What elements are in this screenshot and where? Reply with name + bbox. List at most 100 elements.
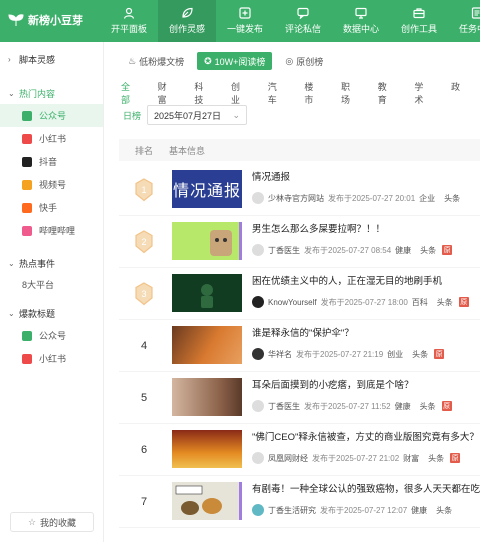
- thumbnail-text: 情况通报: [172, 183, 241, 200]
- item-label: 公众号: [39, 331, 67, 341]
- article-title[interactable]: 情况通报: [252, 169, 290, 183]
- table-row[interactable]: 3 困在优绩主义中的人，正在湿无目的地刷手机 KnowYourself 发布于2…: [119, 268, 480, 320]
- header-rank: 排名: [134, 145, 153, 156]
- category-tech[interactable]: 科技: [194, 80, 211, 106]
- publish-time: 发布于2025-07-27 08:54: [304, 245, 392, 255]
- item-label: 视频号: [39, 180, 67, 190]
- table-row[interactable]: 2 男生怎么那么多屎要拉啊？！！ 丁香医生 发布于2025-07-27 08:5…: [119, 216, 480, 268]
- position-tag: 头条: [412, 349, 429, 359]
- sidebar-item-title-wechat[interactable]: 公众号: [0, 324, 103, 347]
- article-title[interactable]: 耳朵后面摸到的小疙瘩，到底是个啥？: [252, 377, 414, 391]
- nav-publish[interactable]: 一键发布: [216, 0, 274, 42]
- account-name[interactable]: KnowYourself: [268, 298, 317, 307]
- flame-icon: ♨: [128, 55, 137, 66]
- table-row[interactable]: 7 有剧毒！一种全球公认的强致癌物，很多人天天都在吃 丁香生活研究 发布于202…: [119, 476, 480, 528]
- comment-icon: [297, 7, 309, 19]
- nav-data[interactable]: 数据中心: [332, 0, 390, 42]
- item-label: 小红书: [39, 354, 67, 364]
- publish-time: 发布于2025-07-27 21:02: [312, 453, 400, 463]
- rank-number: 6: [140, 444, 148, 456]
- avatar: [252, 296, 264, 308]
- article-thumbnail[interactable]: [172, 326, 242, 364]
- rank-number: 7: [140, 496, 148, 508]
- app-logo[interactable]: 新榜小豆芽: [8, 12, 83, 28]
- article-category: 创业: [387, 349, 404, 359]
- rank-number: 1: [141, 185, 146, 195]
- category-politics[interactable]: 政: [451, 80, 460, 106]
- nav-label: 创作工具: [400, 24, 437, 34]
- account-name[interactable]: 少林寺官方网站: [268, 193, 324, 204]
- article-title[interactable]: 男生怎么那么多屎要拉啊？！！: [252, 221, 385, 235]
- nav-tasks[interactable]: 任务中心: [448, 0, 480, 42]
- tab-low-fan-hits[interactable]: ♨ 低粉爆文榜: [121, 52, 191, 70]
- chevron-down-icon: ⌄: [8, 258, 15, 268]
- sidebar-section-titles[interactable]: ⌄ 爆款标题: [0, 302, 103, 324]
- table-row[interactable]: 6 "佛门CEO"释永信被查，方丈的商业版图究竟有多大？ 凤凰网财经 发布于20…: [119, 424, 480, 476]
- sidebar-item-xiaohongshu[interactable]: 小红书: [0, 127, 103, 150]
- category-startup[interactable]: 创业: [231, 80, 248, 106]
- category-career[interactable]: 职场: [341, 80, 358, 106]
- account-name[interactable]: 丁香医生: [268, 401, 300, 412]
- sidebar-item-8-platforms[interactable]: 8大平台: [0, 274, 103, 294]
- avatar: [252, 452, 264, 464]
- sidebar-item-title-xiaohongshu[interactable]: 小红书: [0, 347, 103, 370]
- table-row[interactable]: 5 耳朵后面摸到的小疙瘩，到底是个啥？ 丁香医生 发布于2025-07-27 1…: [119, 372, 480, 424]
- original-badge: 原: [450, 453, 461, 463]
- nav-inspiration[interactable]: 创作灵感: [158, 0, 216, 42]
- sidebar-item-bilibili[interactable]: 哔哩哔哩: [0, 219, 103, 242]
- account-name[interactable]: 凤凰网财经: [268, 453, 308, 464]
- nav-dashboard[interactable]: 开平面板: [100, 0, 158, 42]
- account-name[interactable]: 丁香生活研究: [268, 505, 316, 516]
- article-thumbnail[interactable]: [172, 222, 242, 260]
- article-title[interactable]: 有剧毒！一种全球公认的强致癌物，很多人天天都在吃: [252, 481, 480, 495]
- article-title[interactable]: 谁是释永信的"保护伞"？: [252, 325, 354, 339]
- account-name[interactable]: 丁香医生: [268, 245, 300, 256]
- category-filter: 全部 财富 科技 创业 汽车 楼市 职场 教育 学术 政: [121, 80, 480, 106]
- position-tag: 头条: [428, 453, 445, 463]
- ranking-list: 1 情况通报 情况通报 少林寺官方网站 发布于2025-07-27 20:01 …: [119, 164, 480, 528]
- monitor-icon: [355, 7, 367, 19]
- category-all[interactable]: 全部: [121, 80, 138, 106]
- article-thumbnail[interactable]: [172, 274, 242, 312]
- sidebar-section-script[interactable]: › 脚本灵感: [0, 48, 103, 70]
- avatar: [252, 348, 264, 360]
- category-auto[interactable]: 汽车: [268, 80, 285, 106]
- chevron-down-icon: ⌄: [8, 308, 15, 318]
- star-icon: ☆: [27, 516, 37, 527]
- category-wealth[interactable]: 财富: [158, 80, 175, 106]
- sidebar-item-wechat[interactable]: 公众号: [0, 104, 103, 127]
- section-label: 脚本灵感: [19, 54, 56, 65]
- nav-label: 一键发布: [226, 24, 263, 34]
- chevron-down-icon: ⌄: [8, 88, 15, 98]
- douyin-icon: [22, 156, 32, 167]
- category-academic[interactable]: 学术: [414, 80, 431, 106]
- list-icon: [471, 7, 480, 19]
- article-category: 百科: [411, 297, 428, 307]
- table-row[interactable]: 1 情况通报 情况通报 少林寺官方网站 发布于2025-07-27 20:01 …: [119, 164, 480, 216]
- medal-bronze-icon: 3: [135, 282, 153, 306]
- publish-time: 发布于2025-07-27 21:19: [296, 349, 384, 359]
- nav-comments[interactable]: 评论私信: [274, 0, 332, 42]
- article-title[interactable]: "佛门CEO"释永信被查，方丈的商业版图究竟有多大？: [252, 429, 479, 443]
- article-thumbnail[interactable]: [172, 378, 242, 416]
- medal-gold-icon: 1: [135, 178, 153, 202]
- article-thumbnail[interactable]: 情况通报: [172, 170, 242, 208]
- category-property[interactable]: 楼市: [304, 80, 321, 106]
- article-title[interactable]: 困在优绩主义中的人，正在湿无目的地刷手机: [252, 273, 442, 287]
- table-row[interactable]: 4 谁是释永信的"保护伞"？ 华祥名 发布于2025-07-27 21:19 创…: [119, 320, 480, 372]
- sidebar-section-events[interactable]: ⌄ 热点事件: [0, 252, 103, 274]
- tab-original[interactable]: ◎ 原创榜: [278, 52, 330, 70]
- article-thumbnail[interactable]: [172, 482, 242, 520]
- my-favorites-button[interactable]: ☆ 我的收藏: [10, 512, 94, 532]
- date-select[interactable]: 2025年07月27日 ⌄: [147, 105, 248, 125]
- nav-tools[interactable]: 创作工具: [390, 0, 448, 42]
- sidebar-item-douyin[interactable]: 抖音: [0, 150, 103, 173]
- article-thumbnail[interactable]: [172, 430, 242, 468]
- date-filter: 日榜 2025年07月27日 ⌄: [123, 105, 248, 125]
- sidebar-item-kuaishou[interactable]: 快手: [0, 196, 103, 219]
- sidebar-section-hot[interactable]: ⌄ 热门内容: [0, 82, 103, 104]
- sidebar-item-channels[interactable]: 视频号: [0, 173, 103, 196]
- category-education[interactable]: 教育: [378, 80, 395, 106]
- account-name[interactable]: 华祥名: [268, 349, 292, 360]
- tab-10w-reads[interactable]: ✪ 10W+阅读榜: [197, 52, 273, 70]
